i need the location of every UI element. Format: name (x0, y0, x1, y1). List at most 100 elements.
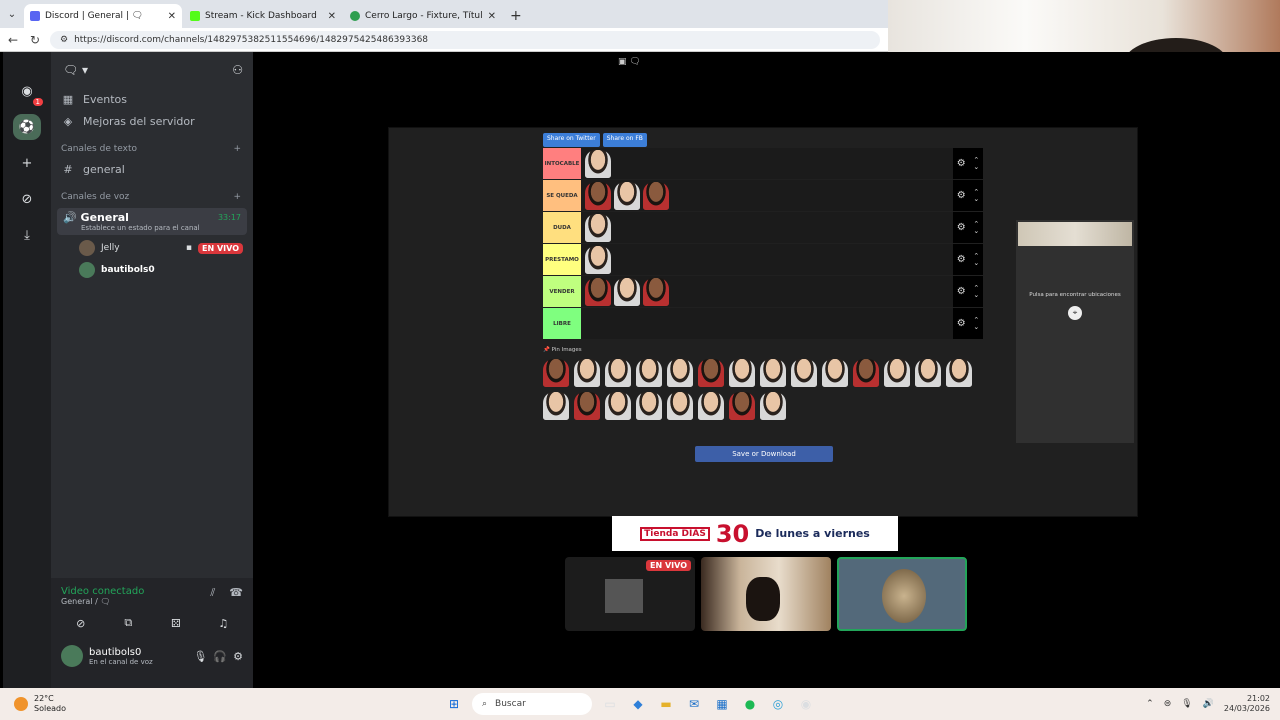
move-icon[interactable]: ⌃ ⌄ (973, 252, 979, 267)
move-icon[interactable]: ⌃ ⌄ (973, 316, 979, 331)
player-image[interactable] (791, 359, 817, 387)
gear-icon[interactable]: ⚙ (233, 650, 243, 663)
tier-label[interactable]: PRESTAMO (543, 244, 581, 275)
player-image[interactable] (698, 392, 724, 420)
add-server-icon[interactable]: + (13, 150, 41, 176)
tab-kick[interactable]: Stream - Kick Dashboard ✕ (184, 4, 342, 28)
player-image[interactable] (729, 392, 755, 420)
player-image[interactable] (614, 181, 640, 210)
network-icon[interactable]: ⊜ (1164, 699, 1172, 709)
server-icon[interactable]: ⚽ (13, 114, 41, 140)
shared-screen[interactable]: Share on Twitter Share on FB INTOCABLE ⚙ ⌃… (388, 127, 1138, 517)
player-image[interactable] (853, 359, 879, 387)
player-image[interactable] (574, 359, 600, 387)
add-channel-icon[interactable]: + (233, 192, 241, 202)
move-icon[interactable]: ⌃ ⌄ (973, 220, 979, 235)
player-image[interactable] (543, 359, 569, 387)
soundboard-button[interactable]: ♫ (203, 614, 243, 632)
voice-channel-general[interactable]: 🔊 General 33:17 Establece un estado para… (57, 208, 247, 235)
tier-label[interactable]: VENDER (543, 276, 581, 307)
gear-icon[interactable]: ⚙ (957, 286, 966, 297)
player-image[interactable] (585, 181, 611, 210)
player-image[interactable] (822, 359, 848, 387)
discord-home-icon[interactable]: ◉ 1 (13, 78, 43, 106)
share-screen-button[interactable]: ⧉ (108, 614, 148, 632)
task-view-icon[interactable]: ▭ (599, 693, 621, 715)
tier-label[interactable]: LIBRE (543, 308, 581, 339)
gear-icon[interactable]: ⚙ (957, 190, 966, 201)
player-image[interactable] (605, 359, 631, 387)
player-image[interactable] (729, 359, 755, 387)
tab-discord[interactable]: Discord | General | 🗨 ✕ (24, 4, 182, 28)
player-image[interactable] (585, 277, 611, 306)
voice-status[interactable]: Video conectado (61, 586, 144, 597)
share-fb-button[interactable]: Share on FB (602, 133, 647, 147)
player-image[interactable] (946, 359, 972, 387)
avatar[interactable] (61, 645, 83, 667)
disconnect-icon[interactable]: ☎ (229, 586, 243, 606)
voice-category[interactable]: Canales de voz + (51, 188, 253, 206)
text-category[interactable]: Canales de texto + (51, 140, 253, 158)
tier-label[interactable]: SE QUEDA (543, 180, 581, 211)
clock[interactable]: 21:02 24/03/2026 (1224, 694, 1270, 714)
tier-label[interactable]: DUDA (543, 212, 581, 243)
microphone-icon[interactable]: 🎙 (193, 650, 207, 663)
location-icon[interactable]: ⌖ (1068, 306, 1082, 320)
save-download-button[interactable]: Save or Download (695, 446, 833, 462)
tier-content[interactable] (581, 148, 953, 179)
invite-icon[interactable]: ⚇ (232, 63, 243, 77)
camera-tile[interactable] (701, 557, 831, 631)
tier-content[interactable] (581, 276, 953, 307)
sidebar-item-eventos[interactable]: ▦ Eventos (51, 88, 253, 110)
voice-user-jelly[interactable]: Jelly ▪ EN VIVO (51, 237, 253, 259)
noise-icon[interactable]: ⫽ (210, 586, 215, 606)
new-tab-button[interactable]: + (510, 8, 522, 24)
gear-icon[interactable]: ⚙ (957, 222, 966, 233)
player-image[interactable] (884, 359, 910, 387)
volume-icon[interactable]: 🔊 (1203, 699, 1214, 709)
channel-general-text[interactable]: # general (51, 158, 253, 180)
tab-cerro-largo[interactable]: Cerro Largo - Fixture, Títulos y Pla ✕ (344, 4, 502, 28)
server-header[interactable]: 🗨 ▾ ⚇ (51, 52, 253, 88)
gear-icon[interactable]: ⚙ (957, 318, 966, 329)
player-image[interactable] (543, 392, 569, 420)
store-icon[interactable]: ▦ (711, 693, 733, 715)
player-image[interactable] (574, 392, 600, 420)
player-image[interactable] (667, 392, 693, 420)
download-icon[interactable]: ⤓ (13, 222, 41, 248)
avatar-tile[interactable] (837, 557, 967, 631)
move-icon[interactable]: ⌃ ⌄ (973, 188, 979, 203)
close-icon[interactable]: ✕ (328, 11, 336, 22)
tier-content[interactable] (581, 308, 953, 339)
tier-content[interactable] (581, 212, 953, 243)
address-bar[interactable]: ⚙ https://discord.com/channels/148297538… (50, 30, 880, 49)
copilot-icon[interactable]: ◆ (627, 693, 649, 715)
site-info-icon[interactable]: ⚙ (60, 35, 68, 45)
close-icon[interactable]: ✕ (488, 11, 496, 22)
back-icon[interactable]: ← (6, 33, 20, 47)
move-icon[interactable]: ⌃ ⌄ (973, 284, 979, 299)
player-image[interactable] (643, 181, 669, 210)
close-icon[interactable]: ✕ (168, 11, 176, 22)
player-image[interactable] (643, 277, 669, 306)
share-twitter-button[interactable]: Share on Twitter (543, 133, 600, 147)
folder-icon[interactable]: ▬ (655, 693, 677, 715)
player-image[interactable] (605, 392, 631, 420)
player-image[interactable] (760, 392, 786, 420)
camera-off-button[interactable]: ⊘ (61, 614, 101, 632)
spotify-icon[interactable]: ● (739, 693, 761, 715)
chrome-icon[interactable]: ◎ (767, 693, 789, 715)
discover-icon[interactable]: ⊘ (13, 186, 41, 212)
player-image[interactable] (698, 359, 724, 387)
player-image[interactable] (585, 245, 611, 274)
tier-content[interactable] (581, 244, 953, 275)
player-image[interactable] (636, 359, 662, 387)
voice-location[interactable]: General / 🗨 (61, 597, 144, 606)
activities-button[interactable]: ⚄ (156, 614, 196, 632)
player-image[interactable] (614, 277, 640, 306)
gear-icon[interactable]: ⚙ (957, 254, 966, 265)
ad-banner[interactable]: Tienda DÍAS 30 De lunes a viernes (612, 516, 898, 551)
player-image[interactable] (760, 359, 786, 387)
player-image[interactable] (585, 149, 611, 178)
voice-user-bautibols0[interactable]: bautibols0 (51, 259, 253, 281)
